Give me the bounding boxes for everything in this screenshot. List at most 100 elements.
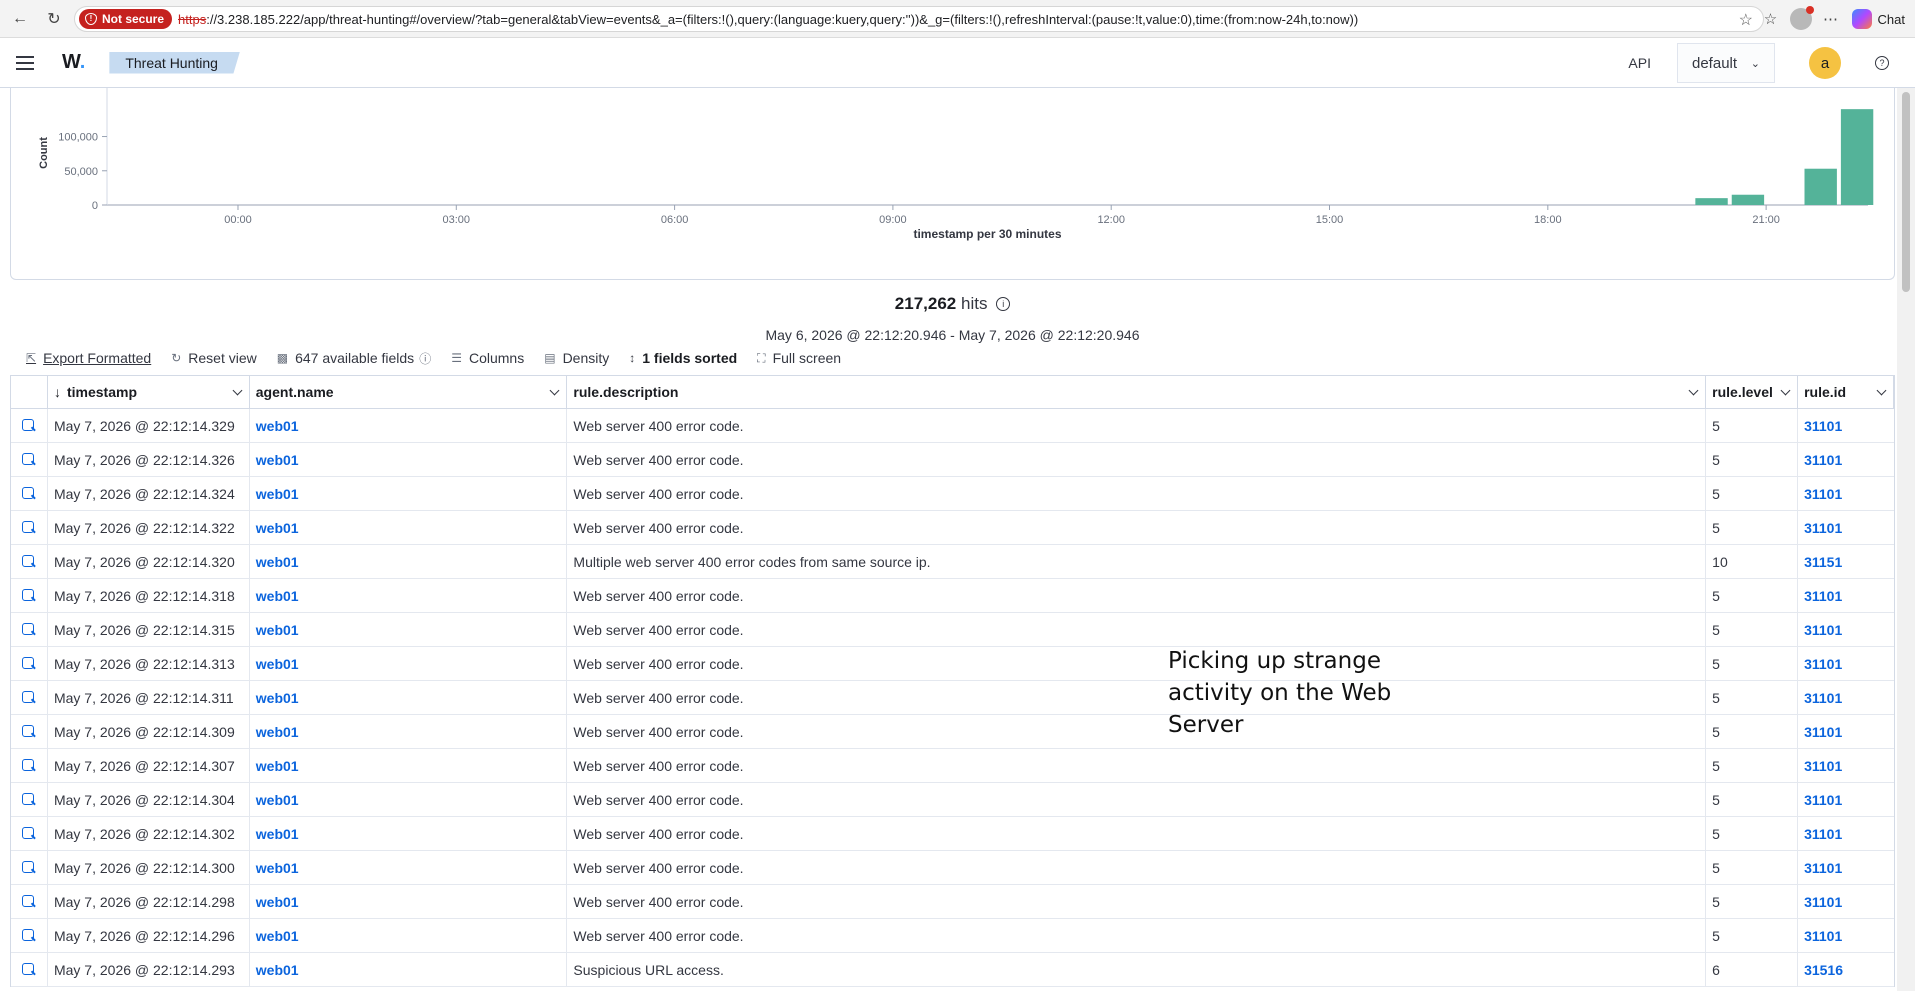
inspect-document-icon[interactable] [21,486,36,501]
profile-button[interactable] [1786,4,1816,34]
rule-id-link[interactable]: 31101 [1804,928,1842,944]
not-secure-badge[interactable]: ! Not secure [79,9,173,29]
back-arrow-icon[interactable]: ← [6,5,34,33]
row-expand-cell[interactable] [11,613,48,646]
reload-icon[interactable]: ↻ [40,5,68,33]
row-expand-cell[interactable] [11,919,48,952]
agent-link[interactable]: web01 [256,418,299,434]
rule-id-link[interactable]: 31101 [1804,452,1842,468]
breadcrumb[interactable]: Threat Hunting [109,51,240,74]
histogram-bar[interactable] [1731,194,1765,205]
row-expand-cell[interactable] [11,511,48,544]
row-expand-cell[interactable] [11,953,48,986]
inspect-document-icon[interactable] [21,418,36,433]
bookmark-star-icon[interactable]: ☆ [1739,10,1753,30]
available-fields-button[interactable]: ▩ 647 available fields ⓘ [277,350,431,367]
agent-link[interactable]: web01 [256,656,299,672]
agent-link[interactable]: web01 [256,724,299,740]
inspect-document-icon[interactable] [21,792,36,807]
rule-id-link[interactable]: 31101 [1804,588,1842,604]
user-avatar[interactable]: a [1809,47,1841,79]
histogram-bar[interactable] [1840,109,1874,205]
agent-link[interactable]: web01 [256,894,299,910]
agent-link[interactable]: web01 [256,928,299,944]
row-expand-cell[interactable] [11,681,48,714]
column-header-rule-level[interactable]: rule.level [1706,376,1799,408]
wazuh-logo[interactable]: W. [62,51,85,74]
inspect-document-icon[interactable] [21,656,36,671]
agent-link[interactable]: web01 [256,588,299,604]
inspect-document-icon[interactable] [21,588,36,603]
chevron-down-icon[interactable] [1780,385,1791,396]
rule-id-link[interactable]: 31101 [1804,758,1842,774]
row-expand-cell[interactable] [11,783,48,816]
density-button[interactable]: ▤ Density [544,350,609,366]
rule-id-link[interactable]: 31516 [1804,962,1843,978]
rule-id-link[interactable]: 31101 [1804,486,1842,502]
favorites-icon[interactable]: ☆ [1756,4,1786,34]
inspect-document-icon[interactable] [21,622,36,637]
reset-view-button[interactable]: ↻ Reset view [171,350,257,366]
row-expand-cell[interactable] [11,477,48,510]
row-expand-cell[interactable] [11,545,48,578]
row-expand-cell[interactable] [11,715,48,748]
row-expand-cell[interactable] [11,579,48,612]
agent-link[interactable]: web01 [256,452,299,468]
help-icon[interactable]: ? [1875,56,1889,70]
row-expand-cell[interactable] [11,409,48,442]
row-expand-cell[interactable] [11,749,48,782]
agent-link[interactable]: web01 [256,690,299,706]
columns-button[interactable]: ☰ Columns [451,350,524,366]
row-expand-cell[interactable] [11,443,48,476]
rule-id-link[interactable]: 31101 [1804,860,1842,876]
row-expand-cell[interactable] [11,885,48,918]
more-menu-icon[interactable]: ⋯ [1816,4,1846,34]
column-header-rule-id[interactable]: rule.id [1798,376,1894,408]
rule-id-link[interactable]: 31101 [1804,826,1842,842]
agent-link[interactable]: web01 [256,792,299,808]
inspect-document-icon[interactable] [21,894,36,909]
rule-id-link[interactable]: 31101 [1804,792,1842,808]
chevron-down-icon[interactable] [549,385,560,396]
inspect-document-icon[interactable] [21,962,36,977]
inspect-document-icon[interactable] [21,690,36,705]
menu-hamburger-icon[interactable] [16,55,34,70]
copilot-chat-button[interactable]: Chat [1851,9,1905,29]
column-header-timestamp[interactable]: ↓ timestamp [48,376,250,408]
rule-id-link[interactable]: 31101 [1804,724,1842,740]
rule-id-link[interactable]: 31101 [1804,418,1842,434]
inspect-document-icon[interactable] [21,452,36,467]
sort-fields-button[interactable]: ↕ 1 fields sorted [629,350,737,366]
column-header-agent-name[interactable]: agent.name [250,376,568,408]
inspect-document-icon[interactable] [21,826,36,841]
scrollbar-thumb[interactable] [1902,92,1910,292]
rule-id-link[interactable]: 31101 [1804,656,1842,672]
histogram-bar[interactable] [1804,168,1837,205]
chevron-down-icon[interactable] [232,385,243,396]
agent-link[interactable]: web01 [256,622,299,638]
histogram-bar[interactable] [1695,198,1728,205]
inspect-document-icon[interactable] [21,554,36,569]
agent-link[interactable]: web01 [256,486,299,502]
chevron-down-icon[interactable] [1688,385,1699,396]
agent-link[interactable]: web01 [256,962,299,978]
full-screen-button[interactable]: ⛶ Full screen [757,350,841,366]
tenant-select[interactable]: default ⌄ [1677,43,1775,83]
api-link[interactable]: API [1628,55,1651,71]
agent-link[interactable]: web01 [256,520,299,536]
agent-link[interactable]: web01 [256,860,299,876]
rule-id-link[interactable]: 31101 [1804,894,1842,910]
page-scrollbar[interactable] [1897,88,1915,991]
row-expand-cell[interactable] [11,817,48,850]
inspect-document-icon[interactable] [21,724,36,739]
chevron-down-icon[interactable] [1876,385,1887,396]
url-text[interactable]: https://3.238.185.222/app/threat-hunting… [178,12,1358,27]
inspect-document-icon[interactable] [21,928,36,943]
agent-link[interactable]: web01 [256,826,299,842]
inspect-document-icon[interactable] [21,860,36,875]
address-bar[interactable]: ! Not secure https://3.238.185.222/app/t… [74,6,1764,32]
inspect-document-icon[interactable] [21,520,36,535]
row-expand-cell[interactable] [11,647,48,680]
agent-link[interactable]: web01 [256,554,299,570]
rule-id-link[interactable]: 31151 [1804,554,1842,570]
